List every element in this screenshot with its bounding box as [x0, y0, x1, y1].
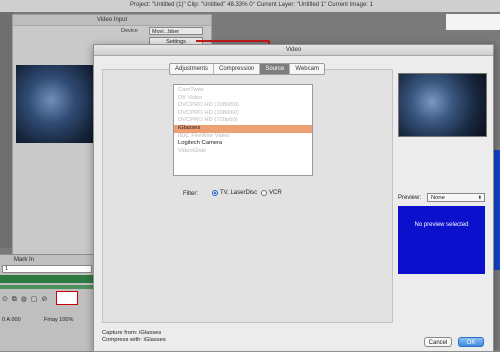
- timeline-field[interactable]: 1: [2, 265, 92, 273]
- filter-option-label: TV, LaserDisc: [220, 190, 258, 196]
- chevron-down-icon: ⬍: [477, 195, 482, 201]
- timeline-panel: Mark In 1 ⊙ ⧉ ◍ ▢ ⊘ 0 A:000 Fmay 100%: [0, 254, 95, 351]
- list-item[interactable]: DVCPRO HD (720p60): [174, 117, 312, 125]
- timeline-track-secondary[interactable]: [0, 285, 95, 289]
- source-list[interactable]: CamTwist DV Video DVCPRO HD (1080i50) DV…: [173, 84, 313, 176]
- list-item[interactable]: DVCPRO HD (1080i50): [174, 102, 312, 110]
- capture-from-text: Capture from: iGlasses: [102, 330, 162, 336]
- background-window-edge: [446, 14, 500, 30]
- video-preview-thumbnail: [398, 73, 487, 137]
- list-item[interactable]: DV Video: [174, 95, 312, 103]
- radio-unselected-icon: [261, 190, 267, 196]
- preview-select[interactable]: None ⬍: [427, 193, 485, 202]
- list-item[interactable]: CamTwist: [174, 87, 312, 95]
- list-item[interactable]: Logitech Camera: [174, 140, 312, 148]
- list-item[interactable]: IIDC FireWire Video: [174, 133, 312, 141]
- filter-radio-vcr[interactable]: VCR: [261, 190, 282, 196]
- cancel-button[interactable]: Cancel: [424, 337, 452, 347]
- timeline-time: 0 A:000: [2, 317, 21, 323]
- no-preview-box: No preview selected: [398, 206, 485, 274]
- compress-with-text: Compress with: iGlasses: [102, 337, 166, 343]
- tab-webcam[interactable]: Webcam: [290, 64, 324, 74]
- tab-compression[interactable]: Compression: [214, 64, 261, 74]
- device-label: Device: [121, 28, 138, 34]
- mark-in-label: Mark In: [14, 257, 35, 263]
- device-select[interactable]: Movi...bber: [149, 27, 203, 35]
- dialog-content-pane: CamTwist DV Video DVCPRO HD (1080i50) DV…: [102, 69, 393, 323]
- video-input-title: Video Input: [13, 15, 211, 26]
- preview-select-value: None: [431, 195, 445, 201]
- list-item[interactable]: DVCPRO HD (1080i60): [174, 110, 312, 118]
- tab-adjustments[interactable]: Adjustments: [170, 64, 215, 74]
- ok-button[interactable]: OK: [458, 337, 484, 347]
- video-input-preview: [16, 65, 104, 143]
- preview-label: Preview:: [398, 195, 422, 201]
- timeline-frame-box[interactable]: [56, 291, 78, 305]
- filter-option-label: VCR: [269, 190, 282, 196]
- list-item-selected[interactable]: iGlasses: [174, 124, 312, 133]
- list-item[interactable]: VideoGlide: [174, 148, 312, 156]
- dialog-title: Video: [94, 45, 493, 56]
- video-dialog: Video CamTwist DV Video DVCPRO HD (1080i…: [93, 44, 494, 352]
- dialog-tabs: Adjustments Compression Source Webcam: [169, 63, 325, 75]
- tab-source[interactable]: Source: [260, 64, 291, 74]
- radio-selected-icon: [212, 190, 218, 196]
- timeline-fps: Fmay 100%: [44, 317, 74, 323]
- filter-label: Filter:: [183, 191, 198, 197]
- project-status-text: Project: "Untitled (1)" Clip: "Untitled"…: [130, 2, 373, 8]
- timeline-tool-icons[interactable]: ⊙ ⧉ ◍ ▢ ⊘: [2, 295, 48, 304]
- device-row: Device Movi...bber: [13, 26, 211, 36]
- timeline-track[interactable]: [0, 275, 95, 283]
- filter-radio-tv[interactable]: TV, LaserDisc: [212, 190, 257, 196]
- connector-line-horizontal: [196, 40, 270, 42]
